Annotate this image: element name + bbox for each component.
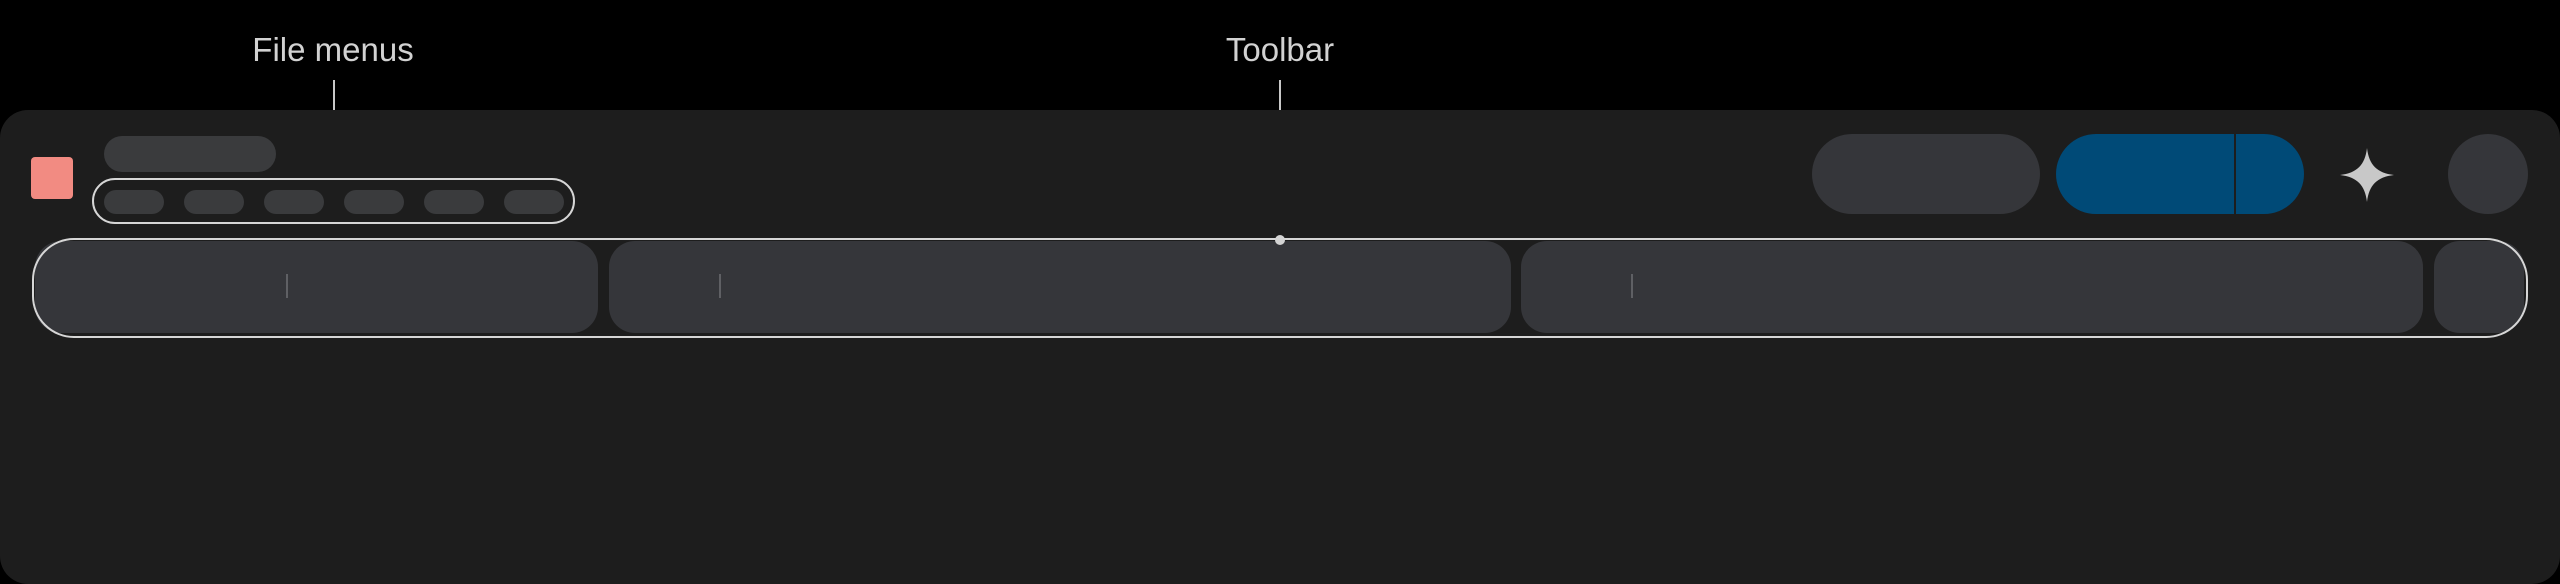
- toolbar-anchor-dot: [1275, 235, 1285, 245]
- toolbar-callout-label: Toolbar: [1225, 31, 1335, 68]
- sparkle-icon[interactable]: [2340, 148, 2394, 202]
- secondary-button[interactable]: [1812, 134, 2040, 214]
- primary-button[interactable]: [2056, 134, 2234, 214]
- document-title-placeholder[interactable]: [104, 136, 276, 172]
- app-icon[interactable]: [31, 157, 73, 199]
- file-menus-callout-label: File menus: [252, 31, 414, 68]
- toolbar-highlight-outline: [32, 238, 2528, 338]
- file-menus-highlight-outline: [92, 178, 575, 224]
- avatar[interactable]: [2448, 134, 2528, 214]
